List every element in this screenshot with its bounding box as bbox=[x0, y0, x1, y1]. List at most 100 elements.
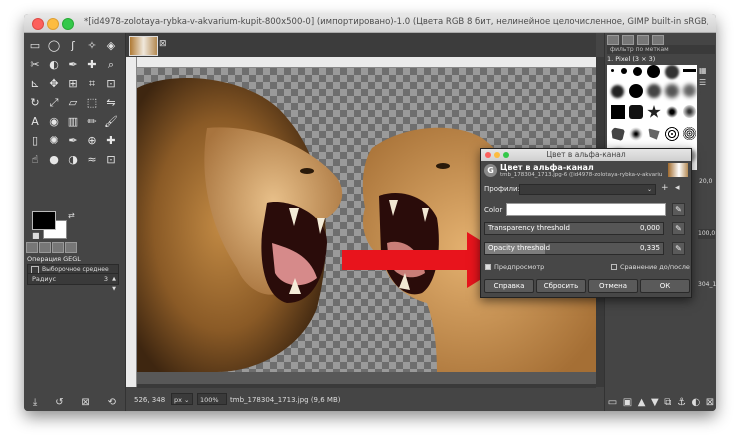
add-preset-icon[interactable]: + bbox=[661, 183, 669, 193]
ok-button[interactable]: ОК bbox=[640, 279, 690, 293]
list-view-icon[interactable]: ☰ bbox=[699, 77, 715, 89]
horizontal-scrollbar[interactable] bbox=[137, 384, 596, 388]
eraser-icon[interactable]: ▯ bbox=[27, 132, 43, 148]
help-button[interactable]: Справка bbox=[484, 279, 534, 293]
duplicate-layer-icon[interactable]: ⧉ bbox=[664, 397, 671, 408]
reset-button[interactable]: Сбросить bbox=[536, 279, 586, 293]
dodge-burn-icon[interactable]: ◑ bbox=[65, 151, 81, 167]
bucket-fill-icon[interactable]: ◉ bbox=[46, 113, 62, 129]
measure-icon[interactable]: ⊾ bbox=[27, 75, 43, 91]
paths-icon[interactable]: ✒ bbox=[65, 56, 81, 72]
reset-options-icon[interactable]: ⟲ bbox=[108, 397, 116, 408]
dialog-title-bar[interactable]: Цвет в альфа-канал bbox=[481, 149, 691, 161]
brush-item[interactable] bbox=[683, 105, 696, 118]
grid-view-icon[interactable]: ▦ bbox=[699, 65, 715, 77]
transparency-picker-icon[interactable]: ✎ bbox=[672, 222, 685, 235]
patterns-tab[interactable] bbox=[622, 35, 634, 45]
transparency-threshold-slider[interactable]: Transparency threshold 0,000 bbox=[484, 222, 664, 235]
brush-item[interactable] bbox=[647, 65, 660, 78]
brush-item[interactable] bbox=[665, 84, 679, 98]
flip-icon[interactable]: ⇋ bbox=[103, 94, 119, 110]
undo-history-tab[interactable] bbox=[52, 242, 64, 253]
unit-select[interactable]: px ⌄ bbox=[171, 393, 193, 405]
close-window-button[interactable] bbox=[32, 18, 44, 30]
move-icon[interactable]: ✥ bbox=[46, 75, 62, 91]
delete-options-icon[interactable]: ⊠ bbox=[81, 397, 89, 408]
by-color-select-icon[interactable]: ◈ bbox=[103, 37, 119, 53]
maximize-window-button[interactable] bbox=[62, 18, 74, 30]
unified-transform-icon[interactable]: ⊡ bbox=[103, 75, 119, 91]
zoom-icon[interactable]: ⌕ bbox=[103, 56, 119, 72]
raise-layer-icon[interactable]: ▲ bbox=[638, 397, 646, 408]
brush-item[interactable] bbox=[629, 84, 643, 98]
shear-icon[interactable]: ▱ bbox=[65, 94, 81, 110]
save-options-icon[interactable]: ⤓ bbox=[33, 397, 37, 408]
text-icon[interactable]: A bbox=[27, 113, 43, 129]
blur-icon[interactable]: ● bbox=[46, 151, 62, 167]
zoom-select[interactable]: 100% ⌄ bbox=[197, 393, 227, 411]
crop-icon[interactable]: ⌗ bbox=[84, 75, 100, 91]
reset-colors-icon[interactable]: ■ bbox=[32, 231, 40, 240]
brush-item[interactable] bbox=[683, 127, 696, 140]
close-tab-icon[interactable]: ⊠ bbox=[159, 39, 167, 49]
image-tab-thumbnail[interactable] bbox=[129, 36, 158, 56]
anchor-icon[interactable]: ⚓ bbox=[677, 397, 686, 408]
free-select-icon[interactable]: ʃ bbox=[65, 37, 81, 53]
radius-spinner-icon[interactable]: ▲ ▼ bbox=[112, 274, 116, 294]
preset-menu-icon[interactable]: ◂ bbox=[675, 183, 680, 193]
brush-item[interactable] bbox=[683, 84, 696, 97]
tag-filter-input[interactable]: фильтр по меткам bbox=[607, 45, 715, 54]
brush-item[interactable] bbox=[647, 84, 661, 98]
perspective-icon[interactable]: ⬚ bbox=[84, 94, 100, 110]
layer-name[interactable]: 304_171 bbox=[698, 281, 716, 288]
opacity-value[interactable]: 100,0 bbox=[698, 229, 715, 239]
heal-icon[interactable]: ✚ bbox=[103, 132, 119, 148]
brush-item[interactable] bbox=[621, 68, 627, 74]
color-swatch[interactable] bbox=[506, 203, 666, 216]
brush-item[interactable] bbox=[648, 128, 660, 140]
images-tab[interactable] bbox=[65, 242, 77, 253]
lower-layer-icon[interactable]: ▼ bbox=[651, 397, 659, 408]
document-history-tab[interactable] bbox=[652, 35, 664, 45]
mask-icon[interactable]: ◐ bbox=[691, 397, 700, 408]
swap-colors-icon[interactable]: ⇄ bbox=[68, 211, 75, 220]
presets-select[interactable]: ⌄ bbox=[519, 184, 656, 195]
brush-item[interactable] bbox=[647, 105, 661, 118]
split-view-checkbox[interactable] bbox=[611, 264, 617, 270]
opacity-picker-icon[interactable]: ✎ bbox=[672, 242, 685, 255]
tool-options-tab[interactable] bbox=[26, 242, 38, 253]
airbrush-icon[interactable]: ✺ bbox=[46, 132, 62, 148]
scissors-icon[interactable]: ✂ bbox=[27, 56, 43, 72]
brush-item[interactable] bbox=[611, 85, 624, 98]
gradient-icon[interactable]: ▥ bbox=[65, 113, 81, 129]
brush-item[interactable] bbox=[665, 105, 679, 119]
title-bar[interactable]: *[id4978-zolotaya-rybka-v-akvarium-kupit… bbox=[24, 14, 716, 33]
pencil-icon[interactable]: ✏ bbox=[84, 113, 100, 129]
cancel-button[interactable]: Отмена bbox=[588, 279, 638, 293]
foreground-color[interactable] bbox=[32, 211, 56, 230]
brush-item[interactable] bbox=[665, 65, 679, 79]
delete-layer-icon[interactable]: ⊠ bbox=[706, 397, 714, 408]
vertical-ruler[interactable] bbox=[126, 57, 137, 387]
minimize-window-button[interactable] bbox=[47, 18, 59, 30]
brush-item[interactable] bbox=[683, 69, 696, 72]
clone-icon[interactable]: ⊕ bbox=[84, 132, 100, 148]
brush-item[interactable] bbox=[629, 127, 643, 141]
brush-item[interactable] bbox=[611, 127, 625, 141]
brush-item[interactable] bbox=[611, 105, 625, 119]
brush-item[interactable] bbox=[633, 67, 642, 76]
brushes-tab[interactable] bbox=[607, 35, 619, 45]
horizontal-ruler[interactable] bbox=[136, 57, 596, 68]
rotate-icon[interactable]: ↻ bbox=[27, 94, 43, 110]
rect-select-icon[interactable]: ▭ bbox=[27, 37, 43, 53]
opacity-threshold-slider[interactable]: Opacity threshold 0,335 bbox=[484, 242, 664, 255]
paintbrush-icon[interactable]: 🖌 bbox=[103, 113, 119, 129]
ellipse-select-icon[interactable]: ◯ bbox=[46, 37, 62, 53]
foreground-select-icon[interactable]: ◐ bbox=[46, 56, 62, 72]
brush-item[interactable] bbox=[665, 127, 679, 141]
spacing-value[interactable]: 20,0 bbox=[699, 178, 712, 185]
restore-options-icon[interactable]: ↺ bbox=[55, 397, 63, 408]
preview-checkbox[interactable] bbox=[485, 264, 491, 270]
radius-field[interactable]: Радиус 3 ▲ ▼ bbox=[27, 273, 119, 292]
folder-icon[interactable]: ▣ bbox=[623, 397, 632, 408]
